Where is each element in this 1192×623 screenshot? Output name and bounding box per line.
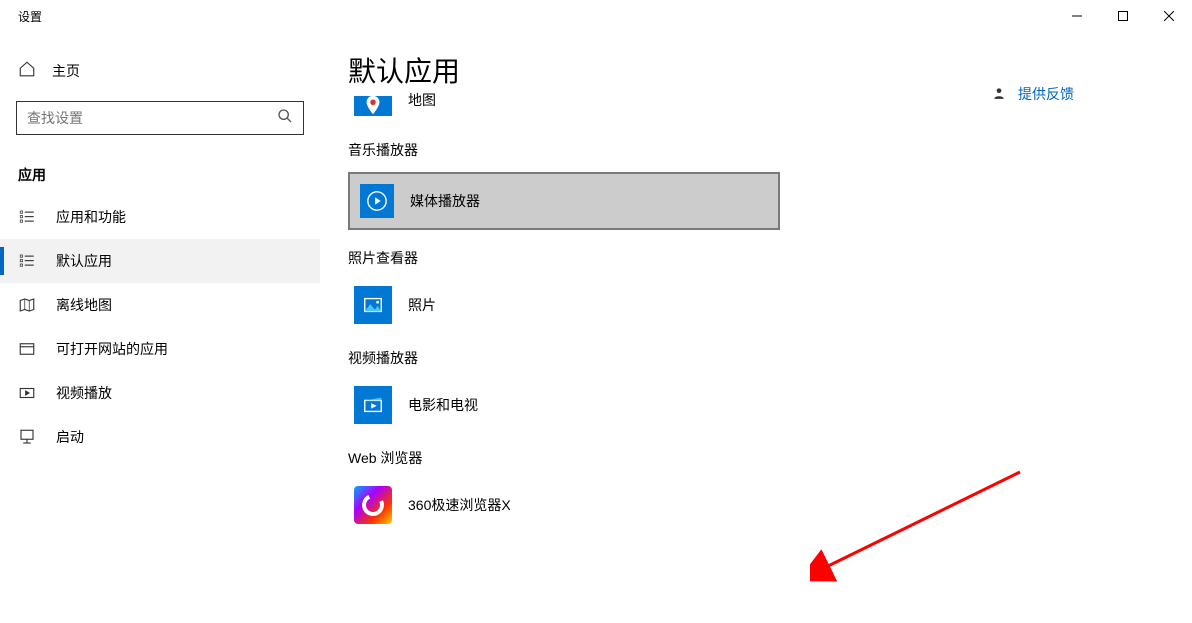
media-player-icon	[360, 184, 394, 218]
app-name-label: 地图	[408, 90, 436, 110]
sidebar-item-startup[interactable]: 启动	[0, 415, 320, 459]
sidebar-item-label: 启动	[56, 427, 84, 447]
sidebar-item-video-playback[interactable]: 视频播放	[0, 371, 320, 415]
video-icon	[18, 384, 36, 402]
title-bar: 设置	[0, 0, 1192, 32]
home-icon	[18, 60, 36, 81]
sidebar: 主页 应用 应用和功能 默认应用 离线地图	[0, 32, 320, 623]
app-tile-video[interactable]: 电影和电视	[348, 380, 780, 430]
sidebar-item-apps-features[interactable]: 应用和功能	[0, 195, 320, 239]
feedback-link[interactable]: 提供反馈	[992, 84, 1074, 104]
group-label-web: Web 浏览器	[348, 448, 1152, 468]
app-tile-web[interactable]: 360极速浏览器X	[348, 480, 780, 530]
minimize-button[interactable]	[1054, 0, 1100, 32]
sidebar-item-offline-maps[interactable]: 离线地图	[0, 283, 320, 327]
list-icon	[18, 208, 36, 226]
startup-icon	[18, 428, 36, 446]
sidebar-item-label: 可打开网站的应用	[56, 339, 168, 359]
maximize-button[interactable]	[1100, 0, 1146, 32]
sidebar-item-label: 应用和功能	[56, 207, 126, 227]
search-input[interactable]	[27, 110, 277, 126]
search-box[interactable]	[16, 101, 304, 135]
sidebar-item-label: 默认应用	[56, 251, 112, 271]
app-tile-music[interactable]: 媒体播放器	[348, 172, 780, 230]
app-name-label: 电影和电视	[408, 395, 478, 415]
app-name-label: 媒体播放器	[410, 191, 480, 211]
360-browser-icon	[354, 486, 392, 524]
person-icon	[992, 86, 1006, 103]
app-name-label: 照片	[408, 295, 436, 315]
home-label: 主页	[52, 61, 80, 81]
map-icon	[18, 296, 36, 314]
movies-tv-icon	[354, 386, 392, 424]
close-button[interactable]	[1146, 0, 1192, 32]
sidebar-section-label: 应用	[0, 155, 320, 195]
sidebar-item-website-apps[interactable]: 可打开网站的应用	[0, 327, 320, 371]
app-tile-photos[interactable]: 照片	[348, 280, 780, 330]
window-title: 设置	[0, 8, 42, 25]
group-label-photos: 照片查看器	[348, 248, 1152, 268]
photos-app-icon	[354, 286, 392, 324]
app-name-label: 360极速浏览器X	[408, 495, 511, 515]
feedback-label: 提供反馈	[1018, 84, 1074, 104]
sidebar-item-default-apps[interactable]: 默认应用	[0, 239, 320, 283]
group-label-music: 音乐播放器	[348, 140, 1152, 160]
sidebar-item-label: 视频播放	[56, 383, 112, 403]
main-content: 默认应用 提供反馈 地图 音乐播放器 媒体播放器 照片查看器	[320, 32, 1192, 623]
group-label-video: 视频播放器	[348, 348, 1152, 368]
website-icon	[18, 340, 36, 358]
defaults-icon	[18, 252, 36, 270]
maps-app-icon	[354, 96, 392, 116]
home-link[interactable]: 主页	[0, 52, 320, 89]
search-icon	[277, 108, 293, 129]
sidebar-item-label: 离线地图	[56, 295, 112, 315]
